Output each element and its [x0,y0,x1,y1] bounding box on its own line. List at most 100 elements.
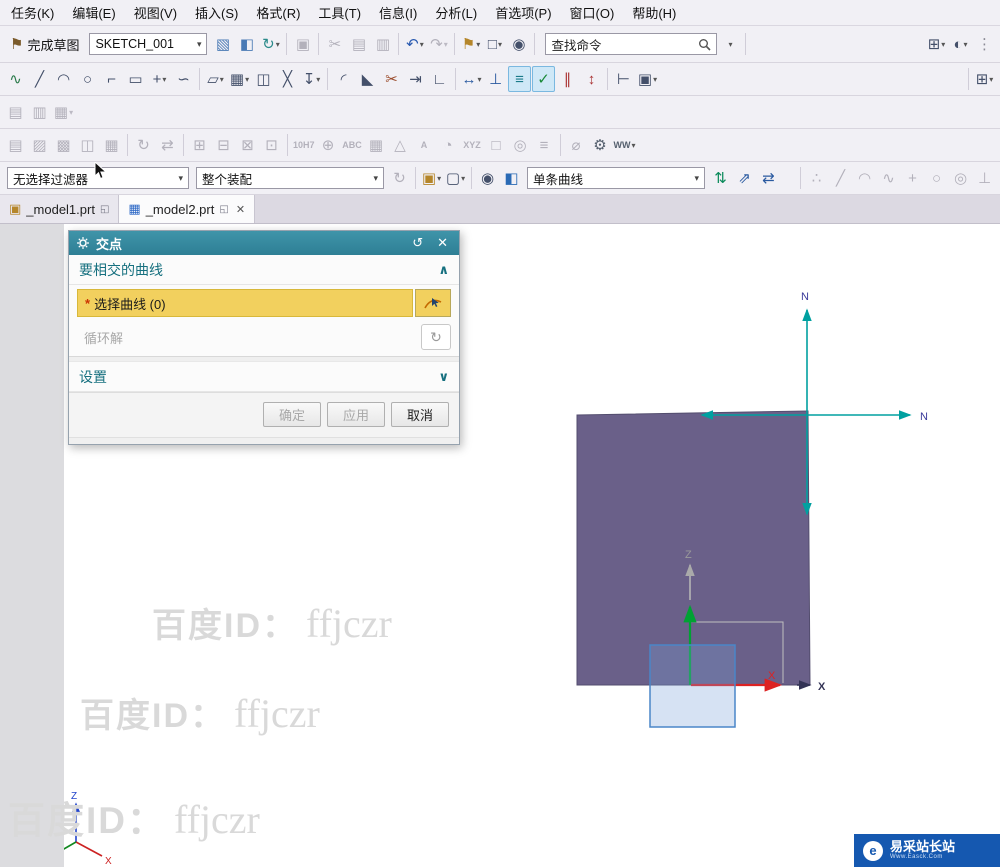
cancel-button[interactable]: 取消 [391,402,449,427]
menu-item-1[interactable]: 编辑(E) [63,0,124,25]
show-all-constraints-icon[interactable]: ⊢ [612,66,635,92]
offset-curve-icon[interactable]: ▱ ▾ [204,66,227,92]
finish-sketch-button[interactable]: ⚑ 完成草图 [4,31,85,57]
sketch-name-combo[interactable]: SKETCH_001 ▾ [89,33,208,55]
select-curve-icon[interactable] [415,289,451,317]
menu-item-5[interactable]: 工具(T) [309,0,370,25]
dropdown-arrow-icon: ▾ [963,39,968,49]
intersection-point-icon[interactable]: ╳ [276,66,299,92]
collapse-icon[interactable]: ∧ [438,262,449,278]
geometric-constraints-icon[interactable]: ⊥ [484,66,507,92]
mirror-curve-icon[interactable]: ◫ [252,66,275,92]
circle-icon[interactable]: ○ [76,66,99,92]
menu-item-9[interactable]: 窗口(O) [561,0,624,25]
window-tile-icon: ▦ [104,136,119,154]
search-options-icon[interactable]: ▾ [718,31,741,57]
redo-icon: ↷ ▾ [430,35,448,53]
menu-bar: 任务(K) 编辑(E) 视图(V) 插入(S) 格式(R) 工具(T) 信息(I) 分析(L)… [0,0,1000,26]
command-flag-icon[interactable]: ⚑ ▾ [459,31,482,57]
pattern-curve-icon[interactable]: ▦ ▾ [228,66,251,92]
touch-mode-icon[interactable]: ◉ [507,31,530,57]
preferences-gear-icon[interactable]: ⚙ [589,132,612,158]
sketch-orient-view-icon[interactable]: ◧ [235,31,258,57]
tab-model1[interactable]: ▣ _model1.prt ◱ [0,195,120,223]
rect-corner-icon[interactable]: ⌐ [100,66,123,92]
nx-application-window: 任务(K) 编辑(E) 视图(V) 插入(S) 格式(R) 工具(T) 信息(I) 分析(L)… [0,0,1000,867]
undock-icon[interactable]: ◱ [219,204,228,215]
selection-filter-value: 无选择过滤器 [13,172,89,187]
project-curve-icon[interactable]: ↧ ▾ [300,66,323,92]
toolbar-feature: ▤ ▨ ▩ ◫ ▦ ↻ ⇄ ⊞ ⊟ ⊠ ⊡ 10H7 ⊕ ABC ▦ △ A ◔ XYZ □ ◎ ≡ ⌀ ⚙ WW ▾ [0,129,1000,162]
command-finder-input[interactable]: 查找命令 [545,33,718,55]
point-icon[interactable]: + ▾ [148,66,171,92]
axis-label-n-top: N [801,291,809,303]
profile-icon[interactable]: ∿ [4,66,27,92]
toolbar-separator [199,68,200,90]
cycle-solution-label: 循环解 [84,330,124,346]
section-settings-header[interactable]: 设置 ∨ [69,362,459,392]
arc-icon[interactable]: ◠ [52,66,75,92]
reattach-sketch-icon[interactable]: ↻ ▾ [259,31,282,57]
auto-dimension-disable-icon[interactable]: ↕ [580,66,603,92]
new-window-icon[interactable]: □ ▾ [483,31,506,57]
tab-model2[interactable]: ▦ _model2.prt ◱ ✕ [119,195,256,223]
menu-item-6[interactable]: 信息(I) [370,0,426,25]
menu-item-7[interactable]: 分析(L) [426,0,486,25]
section-curves-label: 要相交的曲线 [79,261,163,278]
reset-icon[interactable]: ↺ [408,235,427,251]
general-selection-icon[interactable]: ▣ ▾ [420,165,443,191]
window-layout-icon[interactable]: ⊞ ▾ [925,31,948,57]
diameter-measure-icon: ⌀ [571,136,581,154]
save-icon: ▣ [295,35,311,53]
spline-icon[interactable]: ∽ [172,66,195,92]
marquee-select-icon[interactable]: ▢ ▾ [444,165,467,191]
toolbar-overflow-icon[interactable]: ⋮ [973,31,996,57]
menu-item-10[interactable]: 帮助(H) [623,0,685,25]
toolbar-separator [127,134,128,156]
menu-item-3[interactable]: 插入(S) [186,0,247,25]
dialog-titlebar[interactable]: 交点 ↺ ✕ [69,231,459,255]
close-icon[interactable]: ✕ [236,203,245,216]
rapid-dimension-icon[interactable]: ↔ ▾ [460,66,483,92]
continuous-auto-dimension-icon[interactable]: ≡ [508,66,531,92]
display-constraints-icon[interactable]: ∥ [556,66,579,92]
dropdown-arrow-icon: ▾ [989,74,994,84]
follow-fillet-icon[interactable]: ⇗ [733,165,756,191]
sketch-style-icon[interactable]: ⊞ ▾ [973,66,996,92]
line-icon[interactable]: ╱ [28,66,51,92]
stop-at-intersection-icon[interactable]: ⇅ [709,165,732,191]
chamfer-icon[interactable]: ◣ [356,66,379,92]
undo-icon[interactable]: ↶ ▾ [403,31,426,57]
section-curves-header[interactable]: 要相交的曲线 ∧ [69,255,459,285]
watermark: 百度ID： ffjczr [8,797,260,842]
select-curve-field[interactable]: * 选择曲线 (0) [77,289,413,317]
wcs-toggle-icon[interactable]: ◧ [500,165,523,191]
selection-scope-combo[interactable]: 整个装配 ▾ [196,167,384,189]
part-icon: ▦ [128,201,141,216]
dialog-resize-grip[interactable] [69,437,459,444]
visualization-icon[interactable]: ◐ ▾ [949,31,972,57]
menu-item-2[interactable]: 视图(V) [125,0,186,25]
make-corner-icon[interactable]: ∟ [428,66,451,92]
constraint-settings-icon[interactable]: ▣ ▾ [636,66,659,92]
expand-icon[interactable]: ∨ [438,369,449,385]
rectangle-icon[interactable]: ▭ [124,66,147,92]
sketch-intent-icon[interactable]: ▧ [211,31,234,57]
quick-trim-icon[interactable]: ✂ [380,66,403,92]
menu-item-8[interactable]: 首选项(P) [486,0,560,25]
menu-item-4[interactable]: 格式(R) [247,0,309,25]
model-face[interactable] [576,410,811,686]
menu-item-0[interactable]: 任务(K) [2,0,63,25]
fillet-icon[interactable]: ◜ [332,66,355,92]
close-icon[interactable]: ✕ [433,235,452,251]
part-icon: ▣ [9,201,22,216]
create-inferred-constraints-icon[interactable]: ✓ [532,66,555,92]
highlight-toggle-icon[interactable]: ◉ [476,165,499,191]
quick-extend-icon[interactable]: ⇥ [404,66,427,92]
chevron-down-icon: ▾ [373,172,378,183]
undock-icon[interactable]: ◱ [100,204,109,215]
dialog-options-gear-icon[interactable] [76,236,90,250]
snap-toggle-icon[interactable]: ⇄ [757,165,780,191]
curve-rule-combo[interactable]: 单条曲线 ▾ [527,167,705,189]
wave-geometry-icon[interactable]: WW ▾ [613,132,637,158]
